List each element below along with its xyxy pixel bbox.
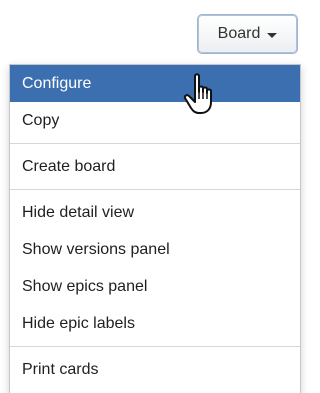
menu-item-hide-epic-labels[interactable]: Hide epic labels (10, 305, 300, 342)
menu-item-print-cards[interactable]: Print cards (10, 351, 300, 388)
caret-down-icon (267, 32, 278, 38)
menu-item-show-epics-panel[interactable]: Show epics panel (10, 268, 300, 305)
menu-separator (10, 189, 300, 190)
board-dropdown-menu: Configure Copy Create board Hide detail … (9, 64, 301, 393)
menu-item-show-versions-panel[interactable]: Show versions panel (10, 231, 300, 268)
menu-separator (10, 346, 300, 347)
menu-separator (10, 143, 300, 144)
menu-item-hide-detail-view[interactable]: Hide detail view (10, 194, 300, 231)
board-button-label: Board (217, 25, 261, 42)
board-dropdown-button[interactable]: Board (198, 15, 297, 53)
menu-item-configure[interactable]: Configure (10, 65, 300, 102)
menu-item-create-board[interactable]: Create board (10, 148, 300, 185)
menu-item-copy[interactable]: Copy (10, 102, 300, 139)
